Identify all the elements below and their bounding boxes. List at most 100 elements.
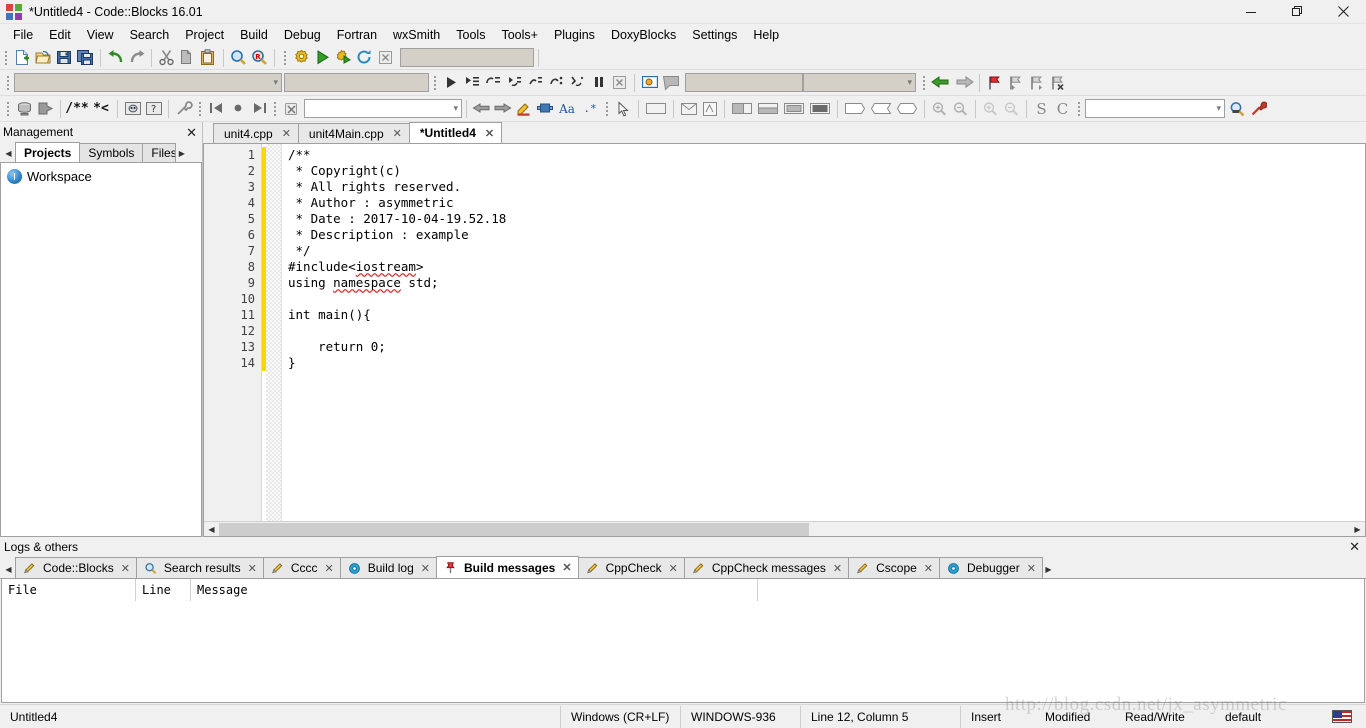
- fortran-marker-icon[interactable]: [513, 98, 534, 119]
- menu-doxyblocks[interactable]: DoxyBlocks: [603, 25, 684, 45]
- toolbar-grip[interactable]: [431, 74, 439, 92]
- tab-files[interactable]: Files: [142, 143, 177, 162]
- column-line[interactable]: Line: [136, 579, 191, 601]
- editor-tab-unit4-cpp[interactable]: unit4.cpp ✕: [213, 123, 299, 143]
- new-file-icon[interactable]: [12, 47, 33, 68]
- toolbar-grip[interactable]: [1075, 100, 1083, 118]
- code-line[interactable]: using namespace std;: [288, 275, 1365, 291]
- editor-tab-untitled4[interactable]: *Untitled4 ✕: [408, 122, 503, 143]
- log-tab-debugger[interactable]: Debugger ✕: [939, 557, 1043, 578]
- code-line[interactable]: */: [288, 243, 1365, 259]
- close-icon[interactable]: ✕: [924, 562, 933, 575]
- close-icon[interactable]: ✕: [393, 127, 402, 140]
- replace-icon[interactable]: R: [249, 47, 270, 68]
- scroll-left-icon[interactable]: ◀: [2, 144, 15, 162]
- close-icon[interactable]: ✕: [833, 562, 842, 575]
- panel-icon[interactable]: [643, 98, 669, 119]
- wxsmith-combo[interactable]: ▾: [304, 99, 462, 118]
- toolbar-grip[interactable]: [603, 100, 611, 118]
- code-line[interactable]: * Author : asymmetric: [288, 195, 1365, 211]
- build-target-select[interactable]: ▾: [14, 73, 282, 92]
- goto-last-icon[interactable]: [248, 98, 269, 119]
- close-icon[interactable]: ✕: [1027, 562, 1036, 575]
- log-tab-cccc[interactable]: Cccc ✕: [262, 557, 341, 578]
- various-info-icon[interactable]: [660, 72, 681, 93]
- zoom-out-2-icon[interactable]: [1001, 98, 1022, 119]
- menu-tools-plus[interactable]: Tools+: [493, 25, 545, 45]
- code-line[interactable]: * Copyright(c): [288, 163, 1365, 179]
- grid-sizer-icon[interactable]: [781, 98, 807, 119]
- goto-first-icon[interactable]: [206, 98, 227, 119]
- close-icon[interactable]: ✕: [669, 562, 678, 575]
- previous-bookmark-icon[interactable]: [1005, 72, 1026, 93]
- column-message[interactable]: Message: [191, 579, 758, 601]
- close-icon[interactable]: ✕: [1349, 540, 1360, 553]
- log-tab-build-messages[interactable]: Build messages ✕: [435, 556, 579, 578]
- dialog-icon[interactable]: [678, 98, 699, 119]
- scroll-track[interactable]: [219, 522, 1350, 536]
- save-icon[interactable]: [54, 47, 75, 68]
- code-line[interactable]: #include<iostream>: [288, 259, 1365, 275]
- menu-file[interactable]: File: [5, 25, 41, 45]
- code-line[interactable]: return 0;: [288, 339, 1365, 355]
- debug-step-into-icon[interactable]: [504, 72, 525, 93]
- debugging-windows-icon[interactable]: [639, 72, 660, 93]
- symbol-c-icon[interactable]: C: [1052, 98, 1073, 119]
- code-line[interactable]: * Description : example: [288, 227, 1365, 243]
- doxyblocks-run-icon[interactable]: [14, 98, 35, 119]
- debug-step-into-instruction-icon[interactable]: [567, 72, 588, 93]
- symbol-search-combo[interactable]: ▾: [1085, 99, 1225, 118]
- scroll-right-icon[interactable]: ▶: [1042, 560, 1055, 578]
- us-flag-icon[interactable]: [1332, 710, 1352, 723]
- editor-horizontal-scrollbar[interactable]: ◀ ▶: [204, 521, 1365, 536]
- toolbar-grip[interactable]: [271, 100, 279, 118]
- menu-search[interactable]: Search: [122, 25, 178, 45]
- copy-icon[interactable]: [177, 47, 198, 68]
- tab-symbols[interactable]: Symbols: [79, 143, 144, 162]
- debug-run-to-cursor-icon[interactable]: [462, 72, 483, 93]
- paste-icon[interactable]: [198, 47, 219, 68]
- toolbar-combo-2[interactable]: ▾: [803, 73, 916, 92]
- frame-icon[interactable]: [699, 98, 720, 119]
- scroll-left-icon[interactable]: ◀: [204, 522, 219, 536]
- close-icon[interactable]: ✕: [186, 126, 197, 139]
- scroll-thumb[interactable]: [219, 522, 809, 536]
- code-line[interactable]: [288, 323, 1365, 339]
- menu-edit[interactable]: Edit: [41, 25, 79, 45]
- search-decl-icon[interactable]: [1227, 98, 1248, 119]
- fortran-forward-icon[interactable]: [492, 98, 513, 119]
- fortran-module-icon[interactable]: [534, 98, 555, 119]
- menu-project[interactable]: Project: [177, 25, 232, 45]
- rebuild-icon[interactable]: [354, 47, 375, 68]
- run-icon[interactable]: [312, 47, 333, 68]
- editor-tab-unit4main-cpp[interactable]: unit4Main.cpp ✕: [297, 123, 410, 143]
- menu-build[interactable]: Build: [232, 25, 276, 45]
- log-tab-build-log[interactable]: Build log ✕: [339, 557, 437, 578]
- toolbar-grip[interactable]: [4, 74, 12, 92]
- toolbar-grip[interactable]: [920, 74, 928, 92]
- fortran-wildcard-icon[interactable]: .*: [579, 98, 601, 119]
- forward-icon[interactable]: [954, 72, 975, 93]
- close-icon[interactable]: ✕: [325, 562, 334, 575]
- clear-icon[interactable]: [281, 98, 302, 119]
- toolbar-grip[interactable]: [281, 49, 289, 67]
- clear-bookmarks-icon[interactable]: [1047, 72, 1068, 93]
- column-file[interactable]: File: [2, 579, 136, 601]
- debug-continue-icon[interactable]: [441, 72, 462, 93]
- redo-icon[interactable]: [126, 47, 147, 68]
- stretch-spacer-icon[interactable]: [868, 98, 894, 119]
- code-text[interactable]: /** * Copyright(c) * All rights reserved…: [282, 144, 1365, 521]
- scroll-left-icon[interactable]: ◀: [2, 560, 15, 578]
- spacer-icon[interactable]: [842, 98, 868, 119]
- symbol-s-icon[interactable]: S: [1031, 98, 1052, 119]
- pointer-icon[interactable]: [613, 98, 634, 119]
- scroll-right-icon[interactable]: ▶: [175, 144, 188, 162]
- projects-tree[interactable]: Workspace: [0, 163, 202, 537]
- toggle-bookmark-icon[interactable]: [984, 72, 1005, 93]
- fortran-case-icon[interactable]: Aa: [555, 98, 579, 119]
- debug-stop-icon[interactable]: [609, 72, 630, 93]
- minimize-icon[interactable]: [1228, 0, 1274, 24]
- find-icon[interactable]: [228, 47, 249, 68]
- goto-record-icon[interactable]: [227, 98, 248, 119]
- log-tab-search-results[interactable]: Search results ✕: [135, 557, 264, 578]
